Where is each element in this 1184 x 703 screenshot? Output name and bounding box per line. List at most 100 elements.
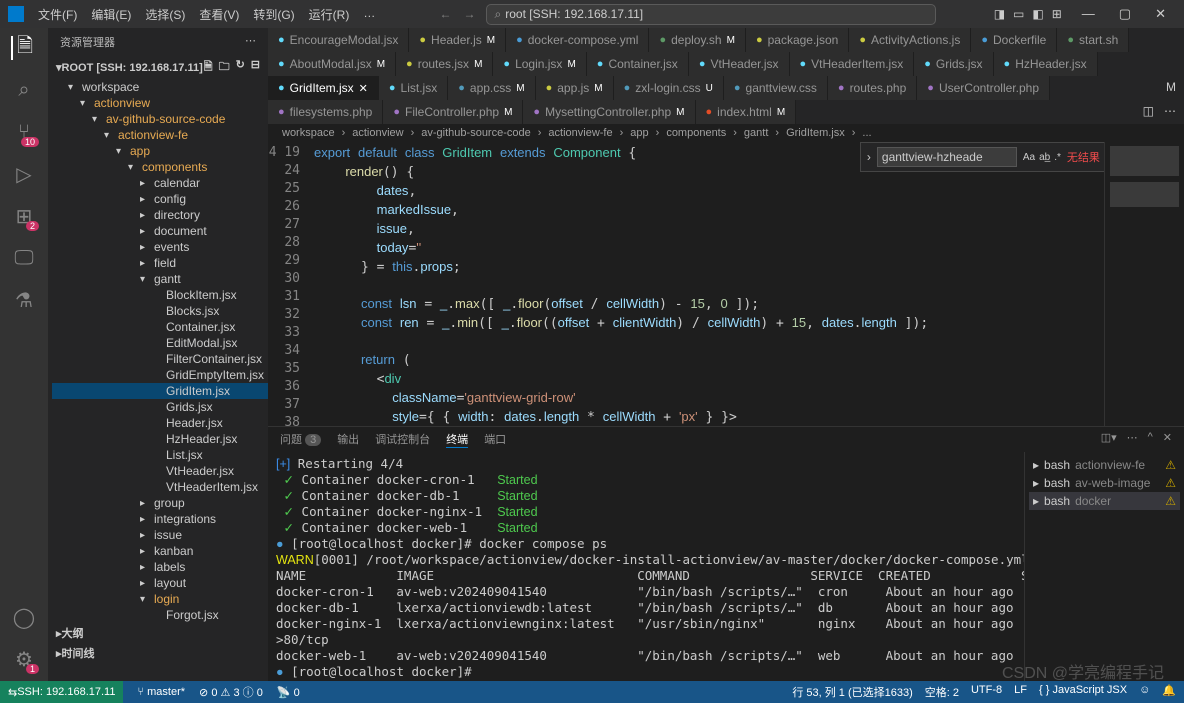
editor-tab[interactable]: ●app.cssM — [448, 76, 535, 100]
editor-tab[interactable]: ●FileController.phpM — [383, 100, 523, 124]
terminal-instance[interactable]: ▸ bash actionview-fe⚠ — [1029, 456, 1180, 474]
panel-maximize-icon[interactable]: ^ — [1148, 431, 1153, 448]
tree-item[interactable]: ▸config — [52, 191, 268, 207]
run-debug-icon[interactable]: ▷ — [12, 162, 36, 186]
tree-item[interactable]: Blocks.jsx — [52, 303, 268, 319]
source-control-icon[interactable]: ⑂10 — [12, 120, 36, 144]
editor-tab[interactable]: ●Login.jsxM — [493, 52, 586, 76]
menu-item[interactable]: 文件(F) — [32, 2, 83, 27]
tree-item[interactable]: ▾login — [52, 591, 268, 607]
problems-status[interactable]: ⊘ 0 ⚠ 3 ⓘ 0 — [199, 684, 263, 700]
panel-right-icon[interactable]: ◧ — [1032, 7, 1043, 21]
breadcrumb-item[interactable]: actionview-fe — [548, 127, 612, 139]
tree-item[interactable]: ▾app — [52, 143, 268, 159]
editor-tab[interactable]: ●Header.jsM — [409, 28, 506, 52]
outline-section[interactable]: ▸大纲 — [48, 623, 268, 643]
cursor-position[interactable]: 行 53, 列 1 (已选择1633) — [792, 684, 912, 700]
editor-tab[interactable]: ●ganttview.css — [724, 76, 828, 100]
code-content[interactable]: export default class GridItem extends Co… — [314, 142, 1104, 426]
tree-item[interactable]: Container.jsx — [52, 319, 268, 335]
language-status[interactable]: { } JavaScript JSX — [1039, 684, 1127, 700]
editor-tab[interactable]: ●zxl-login.cssU — [614, 76, 724, 100]
tree-item[interactable]: FilterContainer.jsx — [52, 351, 268, 367]
tree-item[interactable]: ▾actionview — [52, 95, 268, 111]
split-editor-icon[interactable]: ◫ — [1143, 104, 1154, 120]
tree-item[interactable]: ▾av-github-source-code — [52, 111, 268, 127]
breadcrumb-item[interactable]: app — [630, 127, 648, 139]
tree-item[interactable]: ▸events — [52, 239, 268, 255]
maximize-icon[interactable]: ▢ — [1109, 2, 1141, 26]
breadcrumb-item[interactable]: workspace — [282, 127, 335, 139]
command-center-search[interactable]: root [SSH: 192.168.17.11] — [486, 4, 936, 25]
editor-tab[interactable]: ●EncourageModal.jsx — [268, 28, 409, 52]
tree-item[interactable]: EditModal.jsx — [52, 335, 268, 351]
tree-item[interactable]: ▸integrations — [52, 511, 268, 527]
code-editor[interactable]: 4 19 24 25 26 27 28 29 30 31 32 33 34 35… — [268, 142, 1184, 426]
tree-item[interactable]: ▾components — [52, 159, 268, 175]
remote-explorer-icon[interactable]: 🖵 — [12, 246, 36, 270]
tree-item[interactable]: ▸group — [52, 495, 268, 511]
breadcrumb[interactable]: workspaceactionviewav-github-source-code… — [268, 124, 1184, 142]
tree-item[interactable]: ▸kanban — [52, 543, 268, 559]
minimize-icon[interactable]: — — [1072, 2, 1105, 26]
editor-tab[interactable]: ●AboutModal.jsxM — [268, 52, 396, 76]
tab-problems[interactable]: 问题 3 — [280, 431, 321, 448]
tree-item[interactable]: ▸directory — [52, 207, 268, 223]
menu-item[interactable]: 编辑(E) — [85, 2, 137, 27]
editor-tab[interactable]: ●package.json — [746, 28, 849, 52]
panel-close-icon[interactable]: ✕ — [1163, 431, 1172, 448]
tree-item[interactable]: ▸calendar — [52, 175, 268, 191]
testing-icon[interactable]: ⚗ — [12, 288, 36, 312]
remote-indicator[interactable]: ⇆ SSH: 192.168.17.11 — [0, 681, 123, 703]
panel-left-icon[interactable]: ◨ — [994, 7, 1005, 21]
encoding-status[interactable]: UTF-8 — [971, 684, 1002, 700]
tree-item[interactable]: GridItem.jsx — [52, 383, 268, 399]
folder-section-header[interactable]: ▾ROOT [SSH: 192.168.17.11] 🗎 🗀 ↻ ⊟ — [48, 56, 268, 79]
editor-tab[interactable]: ●HzHeader.jsx — [994, 52, 1098, 76]
menu-item[interactable]: 查看(V) — [193, 2, 245, 27]
tree-item[interactable]: ▸document — [52, 223, 268, 239]
more-actions-icon[interactable]: ⋯ — [1164, 104, 1176, 120]
terminal-instance[interactable]: ▸ bash docker⚠ — [1029, 492, 1180, 510]
terminal-instance[interactable]: ▸ bash av-web-image⚠ — [1029, 474, 1180, 492]
feedback-icon[interactable]: ☺ — [1139, 684, 1150, 700]
editor-tab[interactable]: ●routes.jsxM — [396, 52, 493, 76]
breadcrumb-item[interactable]: components — [666, 127, 726, 139]
editor-tab[interactable]: ●GridItem.jsx✕ — [268, 76, 379, 100]
editor-tab[interactable]: ●Grids.jsx — [914, 52, 993, 76]
more-icon[interactable]: ⋯ — [245, 34, 256, 50]
regex-icon[interactable]: .* — [1054, 152, 1061, 163]
match-case-icon[interactable]: Aa — [1023, 152, 1035, 163]
tree-item[interactable]: ▾actionview-fe — [52, 127, 268, 143]
new-folder-icon[interactable]: 🗀 — [219, 58, 230, 77]
nav-back-icon[interactable]: ← — [440, 7, 452, 21]
split-terminal-icon[interactable]: ◫▾ — [1101, 431, 1117, 448]
layout-grid-icon[interactable]: ⊞ — [1052, 7, 1062, 21]
tree-item[interactable]: ▸field — [52, 255, 268, 271]
panel-more-icon[interactable]: ⋯ — [1127, 431, 1138, 448]
tab-debug-console[interactable]: 调试控制台 — [375, 431, 430, 448]
menu-item[interactable]: 转到(G) — [247, 2, 300, 27]
tree-item[interactable]: BlockItem.jsx — [52, 287, 268, 303]
tab-terminal[interactable]: 终端 — [446, 431, 468, 448]
tree-item[interactable]: ▸layout — [52, 575, 268, 591]
tree-item[interactable]: Grids.jsx — [52, 399, 268, 415]
refresh-icon[interactable]: ↻ — [236, 58, 245, 77]
settings-gear-icon[interactable]: ⚙1 — [12, 647, 36, 671]
tree-item[interactable]: ▾workspace — [52, 79, 268, 95]
tree-item[interactable]: GridEmptyItem.jsx — [52, 367, 268, 383]
editor-tab[interactable]: ●filesystems.php — [268, 100, 383, 124]
find-expand-icon[interactable]: › — [867, 150, 871, 164]
tree-item[interactable]: Header.jsx — [52, 415, 268, 431]
editor-tab[interactable]: ●deploy.shM — [649, 28, 745, 52]
menu-item[interactable]: … — [357, 2, 381, 27]
editor-tab[interactable]: ●VtHeaderItem.jsx — [790, 52, 915, 76]
editor-tab[interactable]: ●app.jsM — [536, 76, 614, 100]
tree-item[interactable]: VtHeader.jsx — [52, 463, 268, 479]
breadcrumb-item[interactable]: gantt — [744, 127, 768, 139]
editor-tab[interactable]: ●routes.php — [828, 76, 917, 100]
menu-item[interactable]: 运行(R) — [303, 2, 356, 27]
editor-tab[interactable]: ●docker-compose.yml — [506, 28, 649, 52]
tree-item[interactable]: Forgot.jsx — [52, 607, 268, 623]
terminal-output[interactable]: [+] Restarting 4/4 ✓ Container docker-cr… — [268, 452, 1024, 681]
